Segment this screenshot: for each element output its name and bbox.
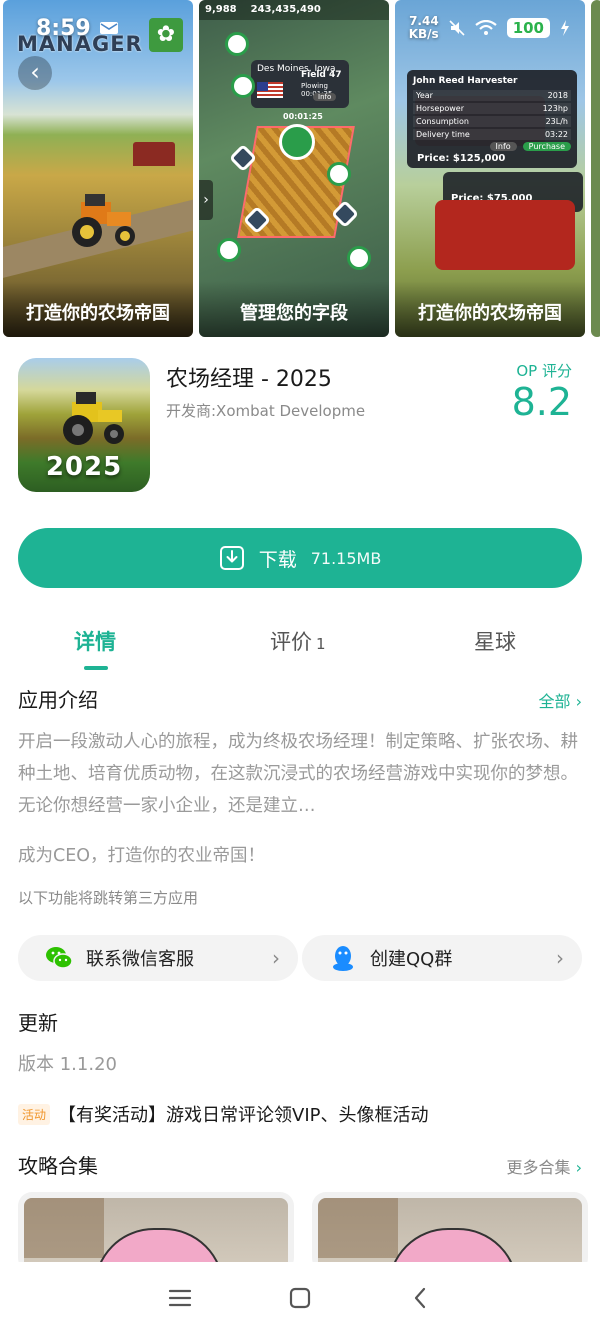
app-header: 2025 农场经理 - 2025 开发商:Xombat Developme OP… (18, 358, 584, 494)
net-speed: 7.44 KB/s (408, 14, 439, 41)
guides-more-link[interactable]: 更多合集 › (506, 1154, 582, 1178)
guides-more-label: 更多合集 (506, 1158, 571, 1177)
home-nav-button[interactable] (285, 1283, 315, 1313)
screenshot-caption: 管理您的字段 (199, 281, 389, 337)
gallery-arrow-icon: › (199, 180, 213, 220)
update-title: 更新 (18, 1011, 58, 1035)
spec-row: Horsepower 123hp (413, 103, 571, 114)
intro-description: 开启一段激动人心的旅程，成为终极农场经理！制定策略、扩张农场、耕种土地、培育优质… (18, 732, 578, 816)
system-nav-bar (0, 1262, 600, 1333)
intro-more-link[interactable]: 全部 › (538, 688, 582, 712)
chevron-right-icon: › (575, 1158, 582, 1177)
app-name: 农场经理 - 2025 (166, 367, 332, 392)
wechat-service-label: 联系微信客服 (86, 949, 194, 970)
back-icon (414, 1287, 426, 1308)
menu-icon (168, 1289, 192, 1306)
us-flag-icon (257, 82, 283, 98)
back-button[interactable]: ‹ (18, 56, 52, 90)
field-title: Field 47 (301, 70, 342, 80)
download-icon (219, 546, 244, 570)
map-pin-icon (231, 74, 255, 98)
menu-nav-button[interactable] (165, 1283, 195, 1313)
tab-planet[interactable]: 星球 (474, 626, 516, 656)
silent-icon (449, 20, 465, 36)
mail-icon (99, 22, 118, 34)
create-qq-group-button[interactable]: 创建QQ群 › (302, 935, 582, 981)
guides-title: 攻略合集 (18, 1154, 98, 1178)
promo-text: 【有奖活动】游戏日常评论领VIP、头像框活动 (58, 1105, 429, 1126)
intro-description-2: 成为CEO，打造你的农业帝国！ (18, 846, 266, 866)
harvester-title: John Reed Harvester (413, 76, 518, 86)
guide-card[interactable] (18, 1192, 294, 1272)
charging-icon (561, 20, 569, 36)
field-info-button: Info (313, 93, 337, 101)
download-size: 71.15MB (310, 548, 382, 568)
spec-row: Consumption 23L/h (413, 116, 571, 127)
tractor-pin-icon (279, 124, 315, 160)
tractor-illustration (72, 194, 135, 247)
qq-icon (333, 946, 353, 971)
tab-reviews-label: 评价 (270, 630, 312, 654)
app-icon: 2025 (18, 358, 150, 492)
intro-more-label: 全部 (538, 692, 571, 711)
map-pin-icon (217, 238, 241, 262)
promo-item[interactable]: 活动 【有奖活动】游戏日常评论领VIP、头像框活动 (18, 1101, 429, 1127)
tab-reviews[interactable]: 评价 1 (270, 626, 326, 656)
guide-card[interactable] (312, 1192, 588, 1272)
wechat-icon (46, 947, 73, 969)
tab-details[interactable]: 详情 (74, 626, 116, 656)
developer-name[interactable]: 开发商:Xombat Developme (166, 400, 376, 421)
price-1: Price: $125,000 (417, 153, 506, 164)
download-button[interactable]: 下载 71.15MB (18, 528, 582, 588)
info-button: Info (489, 142, 517, 151)
download-label: 下载 (258, 548, 297, 571)
back-nav-button[interactable] (405, 1283, 435, 1313)
spec-row: Year 2018 (413, 90, 571, 101)
third-party-note: 以下功能将跳转第三方应用 (18, 889, 199, 907)
map-pin-icon (327, 162, 351, 186)
intro-title: 应用介绍 (18, 688, 98, 712)
tab-reviews-count: 1 (316, 635, 326, 653)
status-bar: 8:59 7.44 KB/s 100 (0, 0, 600, 56)
qq-group-label: 创建QQ群 (370, 949, 453, 970)
promo-badge: 活动 (18, 1103, 51, 1125)
score-value: 8.2 (511, 380, 572, 424)
tractor-icon (63, 392, 124, 445)
harvester-illustration (435, 200, 575, 270)
timer-text: 00:01:25 (283, 112, 323, 121)
score-label: OP 评分 (516, 362, 572, 380)
screenshot-caption: 打造你的农场帝国 (3, 281, 193, 337)
purchase-button: Purchase (522, 142, 571, 151)
map-pin-icon (347, 246, 371, 270)
spec-row: Delivery time 03:22 (413, 129, 571, 140)
wechat-service-button[interactable]: 联系微信客服 › (18, 935, 298, 981)
battery-level: 100 (506, 18, 550, 38)
home-icon (289, 1287, 311, 1308)
guide-thumbnail (318, 1198, 582, 1272)
chevron-right-icon: › (272, 946, 280, 970)
version-text: 版本 1.1.20 (18, 1054, 117, 1075)
app-icon-year: 2025 (45, 452, 123, 482)
screenshot-caption: 打造你的农场帝国 (395, 281, 585, 337)
chevron-right-icon: › (556, 946, 564, 970)
tab-bar: 详情 评价 1 星球 (0, 622, 600, 672)
guide-thumbnail (24, 1198, 288, 1272)
active-tab-indicator (84, 666, 108, 670)
field-info-card: Des Moines, Iowa Field 47 Plowing 00:01:… (251, 60, 349, 108)
wifi-icon (475, 20, 497, 35)
status-time: 8:59 (36, 15, 91, 41)
barn-illustration (133, 142, 175, 166)
chevron-right-icon: › (575, 692, 582, 711)
